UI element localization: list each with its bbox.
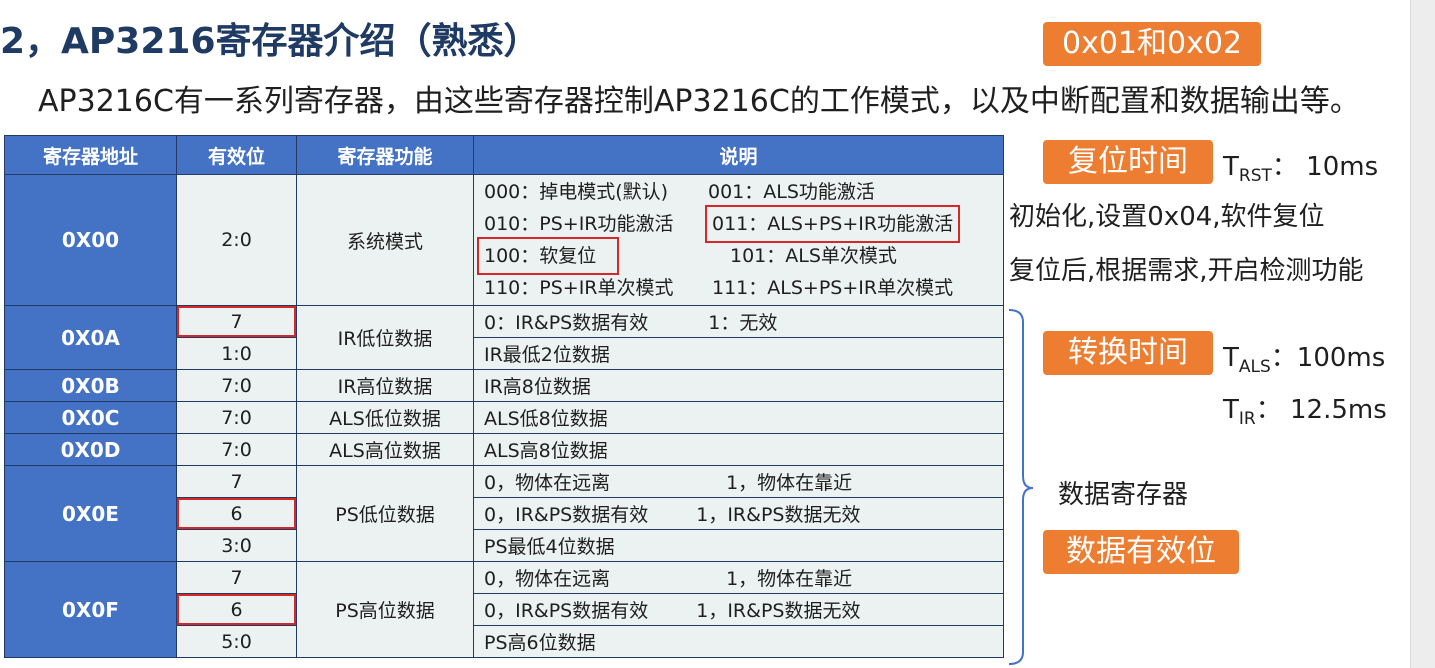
desc-line: 000：掉电模式(默认) 001：ALS功能激活 [474, 176, 1003, 208]
table-header-row: 寄存器地址 有效位 寄存器功能 说明 [4, 135, 1004, 175]
table-row: 0X00 2:0 系统模式 000：掉电模式(默认) 001：ALS功能激活 0… [4, 174, 1004, 306]
table-row: 0X0C 7:0 ALS低位数据 ALS低8位数据 [4, 401, 1004, 434]
convert-time-badge: 转换时间 [1043, 331, 1213, 375]
table-row: 0X0D 7:0 ALS高位数据 ALS高8位数据 [4, 433, 1004, 466]
mode-100-highlight: 100：软复位 [477, 237, 619, 275]
reg-function: IR高位数据 [296, 369, 474, 402]
tir-label: TIR： 12.5ms [1223, 395, 1387, 429]
mode-111: 111：ALS+PS+IR单次模式 [712, 277, 954, 299]
desc-line: 100：软复位 101：ALS单次模式 [474, 237, 1003, 275]
reg-description: ALS低8位数据 [473, 401, 1004, 434]
brace-path [1008, 309, 1034, 665]
reg-description: 0，IR&PS数据有效 1，IR&PS数据无效 [473, 593, 1004, 626]
reg-bits: 2:0 [176, 174, 297, 306]
reg-bits-highlight: 6 [176, 497, 297, 530]
reg-description: IR高8位数据 [473, 369, 1004, 402]
desc-part: 0，IR&PS数据有效 [484, 504, 649, 526]
reg-function: ALS低位数据 [296, 401, 474, 434]
reset-time-badge: 复位时间 [1043, 140, 1213, 184]
data-registers-brace [1008, 309, 1034, 665]
reg-bits: 5:0 [176, 625, 297, 658]
reg-description-system-mode: 000：掉电模式(默认) 001：ALS功能激活 010：PS+IR功能激活 0… [473, 174, 1004, 306]
reg-bits: 3:0 [176, 529, 297, 562]
mode-000: 000：掉电模式(默认) [484, 181, 669, 203]
page-subtitle: AP3216C有一系列寄存器，由这些寄存器控制AP3216C的工作模式，以及中断… [38, 84, 1360, 119]
desc-part: 1，物体在靠近 [726, 568, 853, 590]
desc-part: 1，IR&PS数据无效 [696, 504, 861, 526]
reg-bits: 7:0 [176, 401, 297, 434]
header-bits: 有效位 [176, 135, 297, 175]
header-address: 寄存器地址 [4, 135, 177, 175]
reg-address-0x0b: 0X0B [4, 369, 177, 402]
desc-part: 1：无效 [708, 312, 778, 334]
reg-function: PS高位数据 [296, 561, 474, 658]
reg-address-0x0c: 0X0C [4, 401, 177, 434]
header-function: 寄存器功能 [296, 135, 474, 175]
reg-address-0x0d: 0X0D [4, 433, 177, 466]
mode-001: 001：ALS功能激活 [708, 181, 875, 203]
table-row: 0X0F 7 PS高位数据 0，物体在远离 1，物体在靠近 [4, 561, 1004, 658]
reg-description: PS高6位数据 [473, 625, 1004, 658]
register-table: 寄存器地址 有效位 寄存器功能 说明 0X00 2:0 系统模式 000：掉电模… [4, 135, 1004, 658]
header-description: 说明 [473, 135, 1004, 175]
mode-101: 101：ALS单次模式 [730, 245, 897, 267]
reg-function: PS低位数据 [296, 465, 474, 562]
mode-110: 110：PS+IR单次模式 [484, 277, 674, 299]
desc-part: 1，IR&PS数据无效 [696, 600, 861, 622]
reg-address-0x00: 0X00 [4, 174, 177, 306]
vertical-scrollbar[interactable] [1410, 0, 1435, 668]
init-note: 初始化,设置0x04,软件复位 [1009, 202, 1325, 232]
desc-part: 0：IR&PS数据有效 [484, 312, 649, 334]
table-row: 0X0A 7 IR低位数据 0：IR&PS数据有效 1：无效 [4, 305, 1004, 370]
reg-bits: 7:0 [176, 369, 297, 402]
trst-label: TRST： 10ms [1223, 152, 1379, 186]
registers-badge: 0x01和0x02 [1043, 22, 1261, 66]
valid-bits-badge: 数据有效位 [1043, 530, 1239, 574]
reg-description: 0，物体在远离 1，物体在靠近 [473, 465, 1004, 498]
reg-description: PS最低4位数据 [473, 529, 1004, 562]
desc-line: 110：PS+IR单次模式 111：ALS+PS+IR单次模式 [474, 272, 1003, 304]
page-title: 2，AP3216寄存器介绍（熟悉） [0, 21, 540, 62]
mode-011-highlight: 011：ALS+PS+IR功能激活 [704, 205, 961, 243]
reg-bits-highlight: 7 [176, 305, 297, 338]
desc-line: 010：PS+IR功能激活 011：ALS+PS+IR功能激活 [474, 205, 1003, 243]
desc-part: 1，物体在靠近 [726, 472, 853, 494]
reg-bits: 7 [176, 465, 297, 498]
reg-bits: 7:0 [176, 433, 297, 466]
reg-bits-highlight: 6 [176, 593, 297, 626]
reg-description: IR最低2位数据 [473, 337, 1004, 370]
reg-description: ALS高8位数据 [473, 433, 1004, 466]
mode-010: 010：PS+IR功能激活 [484, 213, 674, 235]
reg-description: 0，物体在远离 1，物体在靠近 [473, 561, 1004, 594]
reg-bits: 1:0 [176, 337, 297, 370]
desc-part: 0，物体在远离 [484, 568, 611, 590]
reg-bits: 7 [176, 561, 297, 594]
reg-function: IR低位数据 [296, 305, 474, 370]
reg-function: ALS高位数据 [296, 433, 474, 466]
tals-label: TALS：100ms [1223, 343, 1386, 377]
reg-address-0x0a: 0X0A [4, 305, 177, 370]
reg-description: 0：IR&PS数据有效 1：无效 [473, 305, 1004, 338]
reg-function: 系统模式 [296, 174, 474, 306]
data-registers-label: 数据寄存器 [1058, 480, 1189, 510]
table-row: 0X0E 7 PS低位数据 0，物体在远离 1，物体在靠近 [4, 465, 1004, 562]
reg-description: 0，IR&PS数据有效 1，IR&PS数据无效 [473, 497, 1004, 530]
desc-part: 0，物体在远离 [484, 472, 611, 494]
table-row: 0X0B 7:0 IR高位数据 IR高8位数据 [4, 369, 1004, 402]
reg-address-0x0e: 0X0E [4, 465, 177, 562]
desc-part: 0，IR&PS数据有效 [484, 600, 649, 622]
after-reset-note: 复位后,根据需求,开启检测功能 [1009, 256, 1364, 286]
reg-address-0x0f: 0X0F [4, 561, 177, 658]
